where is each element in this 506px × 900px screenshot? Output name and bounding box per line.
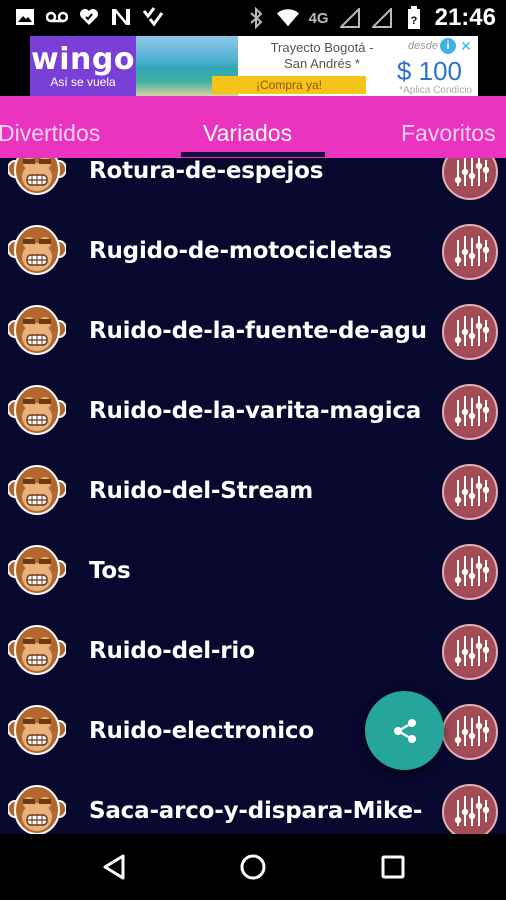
home-icon[interactable] bbox=[236, 850, 270, 884]
sound-label[interactable]: Ruido-del-Stream bbox=[89, 478, 313, 504]
ad-close-icon[interactable]: ✕ bbox=[458, 38, 474, 54]
ad-logo[interactable]: wingo Así se vuela bbox=[30, 36, 136, 96]
tab-divertidos[interactable]: Divertidos bbox=[0, 120, 100, 147]
share-icon bbox=[393, 718, 416, 743]
list-item[interactable]: Saca-arco-y-dispara-Mike- bbox=[0, 770, 506, 834]
ad-headline-line-1: Trayecto Bogotá - bbox=[270, 40, 374, 55]
ad-brand: wingo bbox=[31, 42, 135, 77]
bluetooth-icon bbox=[245, 7, 267, 29]
equalizer-button[interactable] bbox=[442, 464, 498, 520]
n-icon bbox=[110, 6, 132, 28]
monkey-icon bbox=[7, 385, 67, 437]
monkey-icon bbox=[7, 305, 67, 357]
monkey-icon bbox=[7, 545, 67, 597]
sound-label[interactable]: Ruido-de-la-varita-magica bbox=[89, 398, 421, 424]
voicemail-icon bbox=[46, 6, 68, 28]
sound-label[interactable]: Rotura-de-espejos bbox=[89, 158, 323, 184]
ad-from-label: desde bbox=[408, 40, 438, 52]
ad-price: $ 100 bbox=[396, 56, 462, 86]
battery-icon: ? bbox=[403, 6, 425, 29]
signal-icon bbox=[339, 7, 361, 29]
monkey-icon bbox=[7, 225, 67, 277]
equalizer-button[interactable] bbox=[442, 384, 498, 440]
recents-icon[interactable] bbox=[376, 850, 410, 884]
sound-label[interactable]: Tos bbox=[89, 558, 131, 584]
ad-tagline: Así se vuela bbox=[50, 75, 116, 89]
list-item[interactable]: Ruido-del-rio bbox=[0, 610, 506, 690]
ad-headline: Trayecto Bogotá - San Andrés * bbox=[242, 40, 402, 72]
tab-favoritos[interactable]: Favoritos bbox=[401, 120, 496, 147]
ad-footnote: *Aplica Condicio bbox=[399, 85, 472, 96]
tab-bar: Divertidos Variados Favoritos bbox=[0, 96, 506, 158]
gallery-icon bbox=[14, 6, 36, 28]
svg-text:?: ? bbox=[410, 15, 417, 27]
back-icon[interactable] bbox=[97, 850, 131, 884]
share-button[interactable] bbox=[365, 691, 444, 770]
equalizer-button[interactable] bbox=[442, 704, 498, 760]
tab-indicator bbox=[181, 152, 325, 157]
equalizer-button[interactable] bbox=[442, 304, 498, 360]
clock: 21:46 bbox=[434, 4, 496, 31]
network-type-label: 4G bbox=[308, 9, 329, 27]
monkey-icon bbox=[7, 705, 67, 757]
list-item[interactable]: Ruido-de-la-fuente-de-agu bbox=[0, 290, 506, 370]
equalizer-button[interactable] bbox=[442, 158, 498, 200]
status-bar: 4G ? 21:46 bbox=[0, 0, 506, 36]
list-item[interactable]: Ruido-del-Stream bbox=[0, 450, 506, 530]
heart-icon bbox=[78, 6, 100, 28]
sound-label[interactable]: Rugido-de-motocicletas bbox=[89, 238, 392, 264]
checklist-icon bbox=[142, 6, 164, 28]
ad-banner[interactable]: wingo Así se vuela Trayecto Bogotá - San… bbox=[0, 36, 506, 96]
equalizer-button[interactable] bbox=[442, 624, 498, 680]
list-item[interactable]: Rotura-de-espejos bbox=[0, 158, 506, 210]
tab-variados[interactable]: Variados bbox=[203, 120, 292, 147]
list-item[interactable]: Ruido-de-la-varita-magica bbox=[0, 370, 506, 450]
sound-label[interactable]: Ruido-electronico bbox=[89, 718, 314, 744]
equalizer-button[interactable] bbox=[442, 544, 498, 600]
monkey-icon bbox=[7, 625, 67, 677]
sound-label[interactable]: Saca-arco-y-dispara-Mike- bbox=[89, 798, 422, 824]
navigation-bar bbox=[0, 834, 506, 900]
ad-headline-line-2: San Andrés * bbox=[284, 56, 360, 71]
monkey-icon bbox=[7, 465, 67, 517]
monkey-icon bbox=[7, 158, 67, 197]
wifi-icon bbox=[276, 7, 299, 29]
signal-icon bbox=[371, 7, 393, 29]
monkey-icon bbox=[7, 785, 67, 834]
ad-content[interactable]: wingo Así se vuela Trayecto Bogotá - San… bbox=[30, 36, 478, 96]
ad-info-icon[interactable]: i bbox=[440, 38, 456, 54]
sound-label[interactable]: Ruido-del-rio bbox=[89, 638, 255, 664]
ad-cta-button[interactable]: ¡Compra ya! bbox=[212, 76, 366, 94]
list-item[interactable]: Rugido-de-motocicletas bbox=[0, 210, 506, 290]
equalizer-button[interactable] bbox=[442, 784, 498, 834]
equalizer-button[interactable] bbox=[442, 224, 498, 280]
sound-label[interactable]: Ruido-de-la-fuente-de-agu bbox=[89, 318, 427, 344]
list-item[interactable]: Tos bbox=[0, 530, 506, 610]
